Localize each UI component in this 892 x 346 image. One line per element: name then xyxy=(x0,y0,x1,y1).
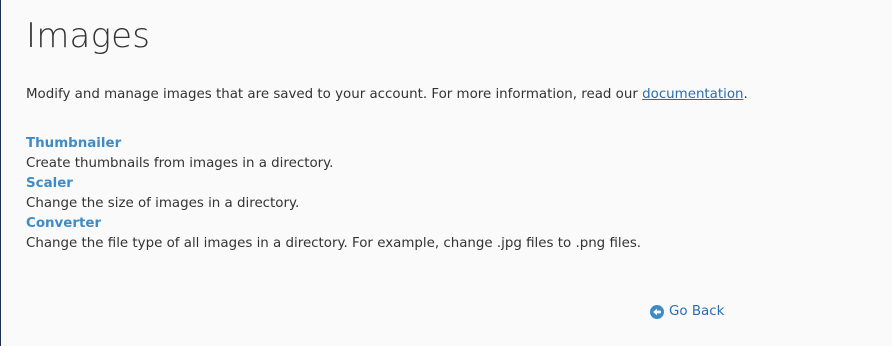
description-text: Modify and manage images that are saved … xyxy=(26,87,643,102)
documentation-link[interactable]: documentation xyxy=(642,87,743,102)
arrow-circle-left-icon xyxy=(650,305,664,319)
tool-scaler: Scaler Change the size of images in a di… xyxy=(26,174,641,214)
thumbnailer-link[interactable]: Thumbnailer xyxy=(26,134,641,154)
converter-description: Change the file type of all images in a … xyxy=(26,236,642,251)
tool-thumbnailer: Thumbnailer Create thumbnails from image… xyxy=(26,134,641,174)
page-title: Images xyxy=(26,16,151,56)
scaler-description: Change the size of images in a directory… xyxy=(26,196,300,211)
tool-converter: Converter Change the file type of all im… xyxy=(26,214,641,254)
scaler-link[interactable]: Scaler xyxy=(26,174,641,194)
go-back-link[interactable]: Go Back xyxy=(650,302,724,322)
tools-list: Thumbnailer Create thumbnails from image… xyxy=(26,134,641,254)
page-description: Modify and manage images that are saved … xyxy=(26,85,748,105)
description-end: . xyxy=(743,87,748,102)
go-back-label: Go Back xyxy=(669,304,725,319)
thumbnailer-description: Create thumbnails from images in a direc… xyxy=(26,156,334,171)
converter-link[interactable]: Converter xyxy=(26,214,641,234)
